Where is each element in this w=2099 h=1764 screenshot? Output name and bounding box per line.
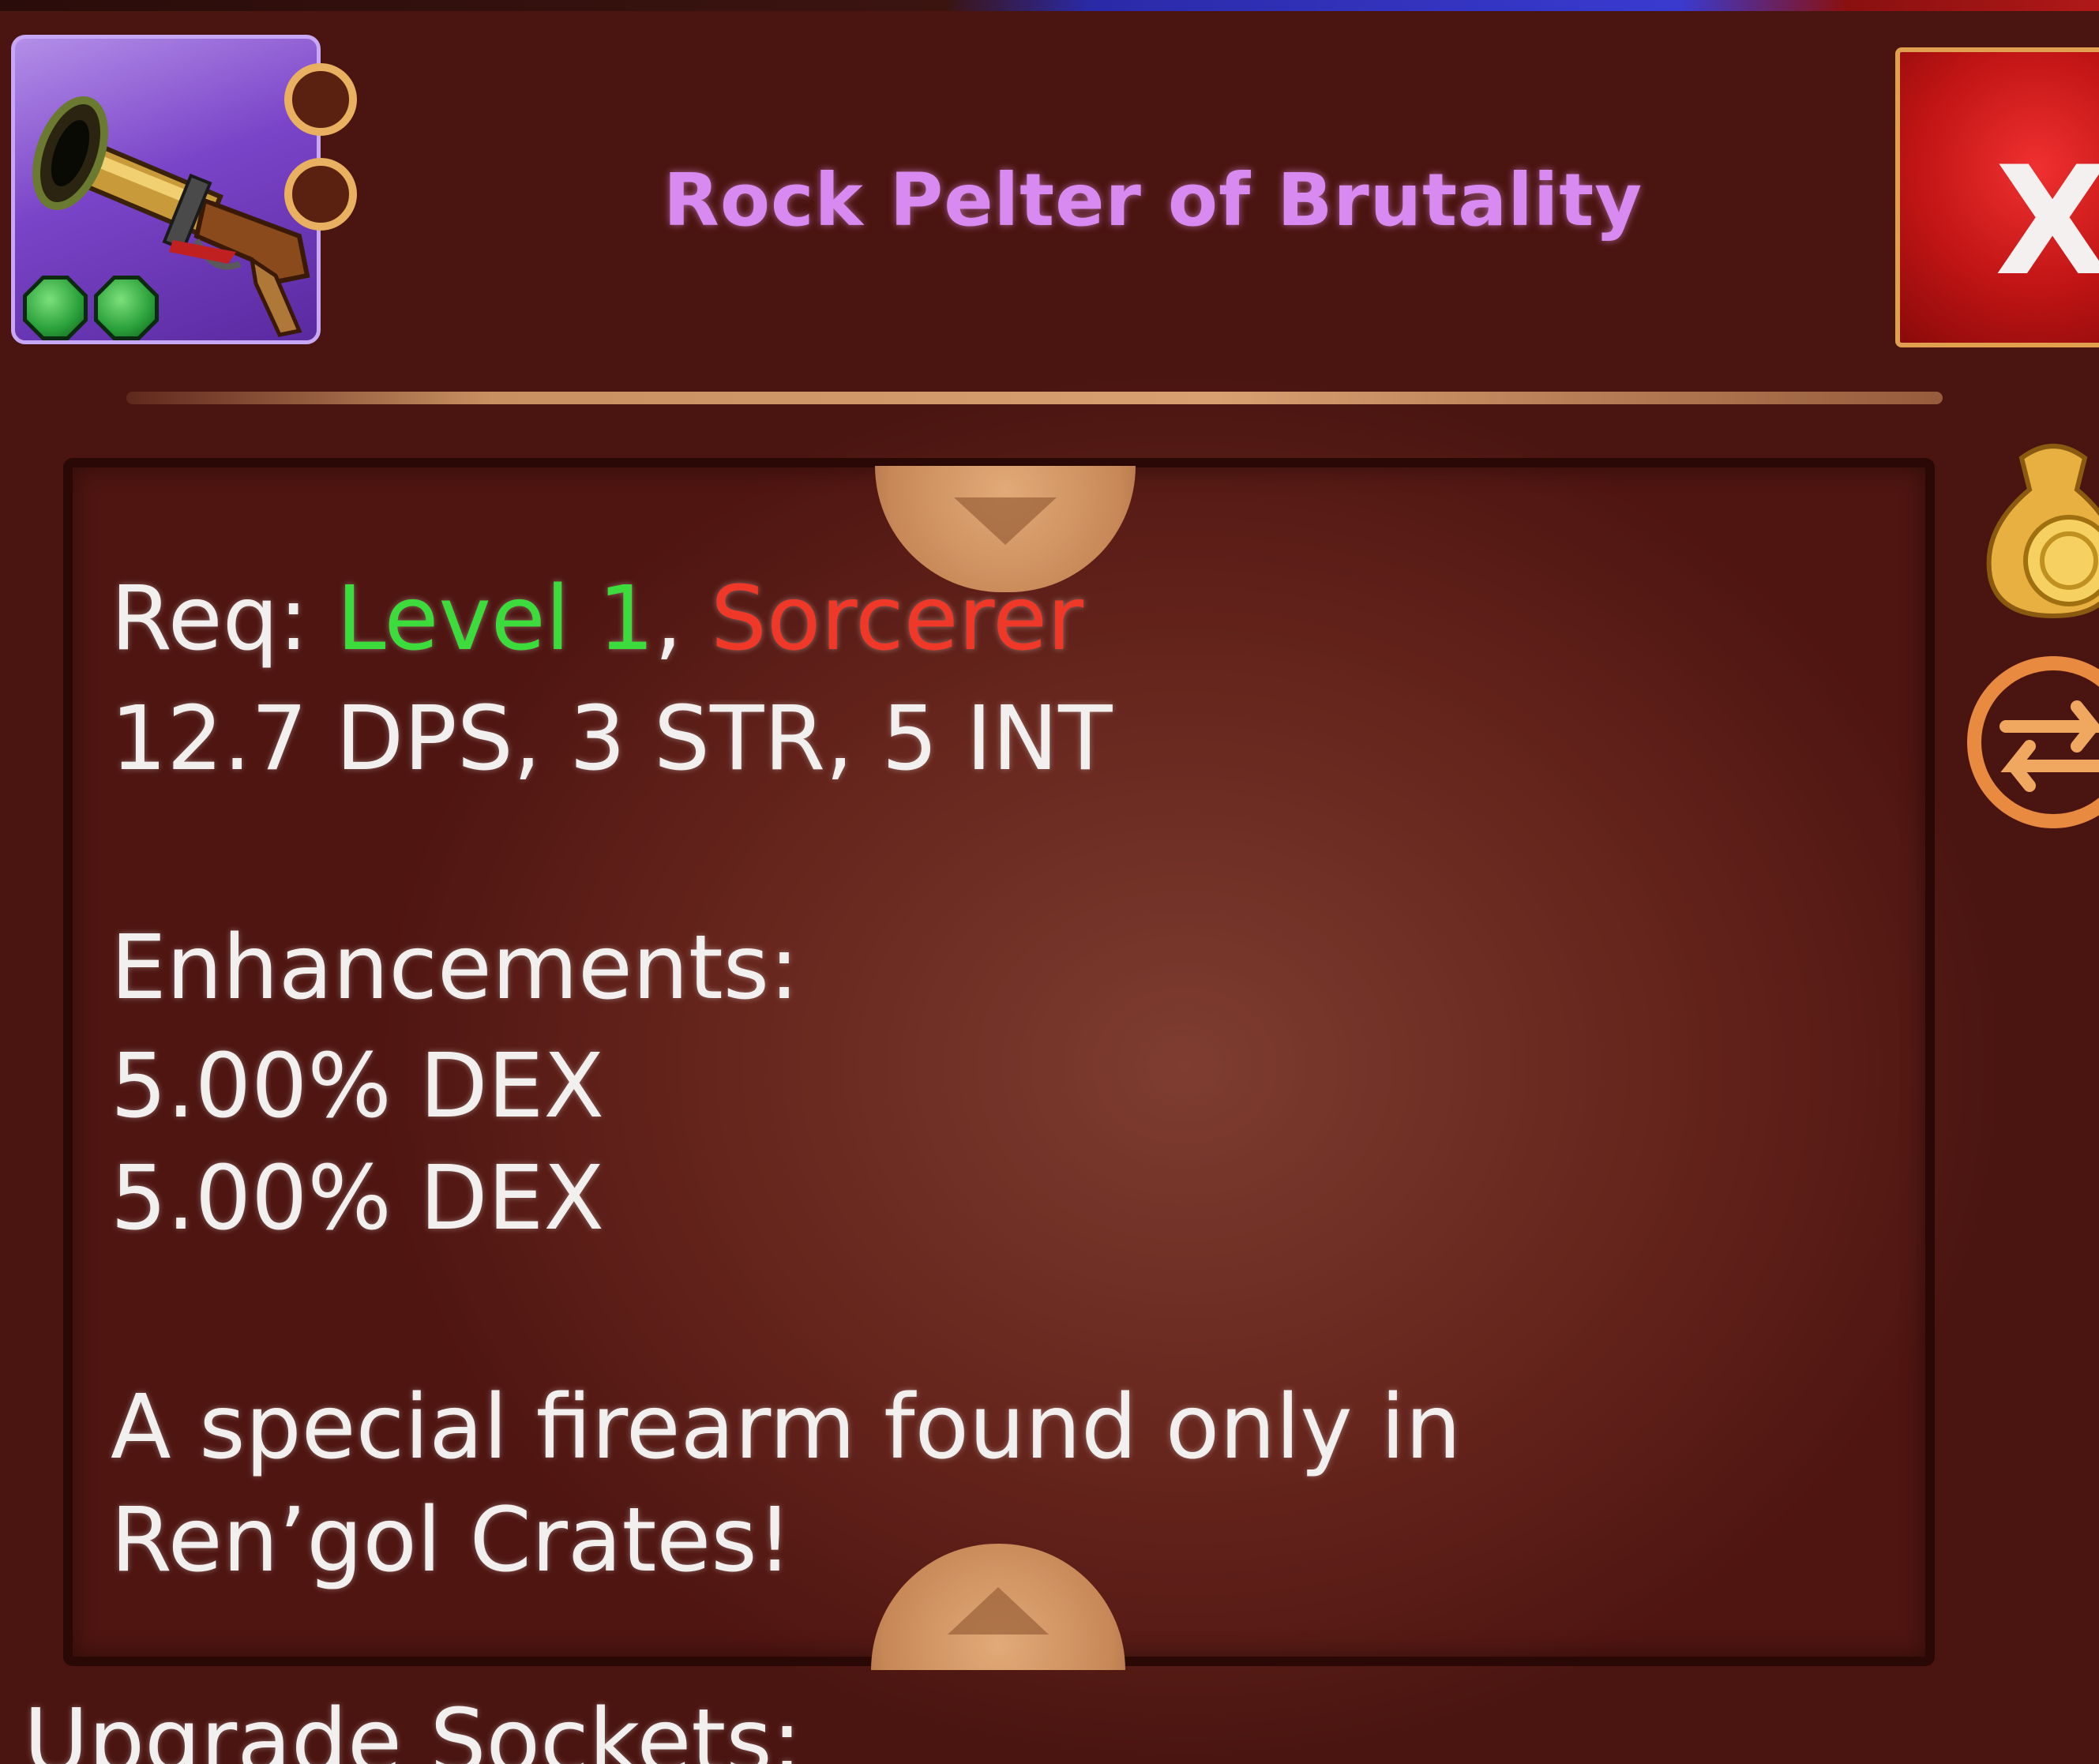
item-title: Rock Pelter of Brutality bbox=[663, 158, 1643, 242]
requirements-separator: , bbox=[654, 568, 711, 670]
scroll-down-button[interactable] bbox=[871, 1544, 1125, 1670]
required-level: Level 1 bbox=[336, 568, 655, 670]
upgrade-sockets-heading: Upgrade Sockets: bbox=[24, 1691, 802, 1764]
top-bar bbox=[0, 0, 2099, 11]
upgrade-slot-1 bbox=[284, 63, 357, 136]
item-detail-window: Rock Pelter of Brutality X Req: Level 1,… bbox=[0, 0, 2099, 1764]
title-divider bbox=[126, 392, 1943, 404]
swap-button[interactable] bbox=[1958, 647, 2099, 828]
close-button[interactable]: X bbox=[1895, 47, 2099, 347]
requirements-line: Req: Level 1, Sorcerer bbox=[111, 575, 1083, 663]
enhancement-line: 5.00% DEX bbox=[111, 1147, 605, 1250]
coin-bag-icon bbox=[1986, 444, 2099, 619]
enhancement-line: 5.00% DEX bbox=[111, 1035, 605, 1138]
description-line: A special firearm found only in bbox=[111, 1376, 1462, 1479]
close-icon: X bbox=[1995, 134, 2099, 309]
item-icon-frame[interactable] bbox=[11, 35, 321, 344]
enhancements-heading: Enhancements: bbox=[111, 917, 799, 1019]
swap-arrows-icon bbox=[1967, 656, 2099, 828]
triangle-up-icon bbox=[948, 1587, 1049, 1635]
sell-button[interactable] bbox=[1966, 426, 2099, 619]
requirements-prefix: Req: bbox=[111, 568, 337, 670]
required-class: Sorcerer bbox=[710, 568, 1084, 670]
description-line: Ren’gol Crates! bbox=[111, 1489, 793, 1592]
upgrade-slot-2 bbox=[284, 158, 357, 231]
stats-line: 12.7 DPS, 3 STR, 5 INT bbox=[111, 688, 1113, 790]
